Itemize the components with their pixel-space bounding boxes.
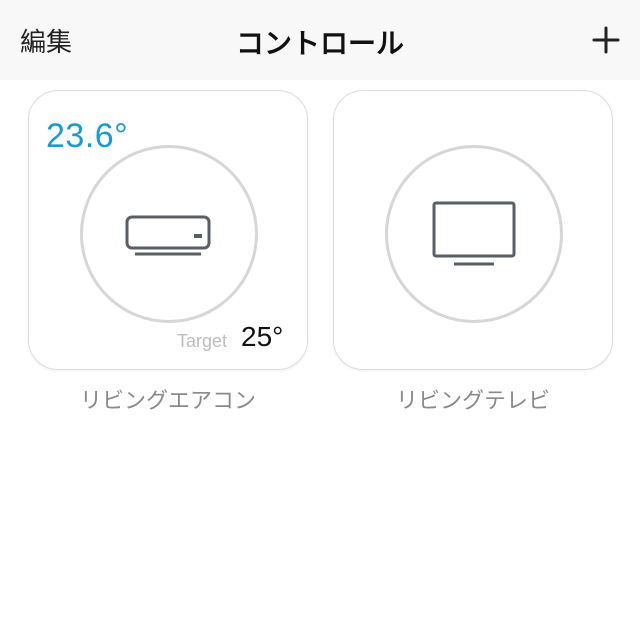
- plus-icon[interactable]: [592, 26, 620, 54]
- device-ring: [385, 145, 563, 323]
- header-bar: 編集 コントロール: [0, 0, 640, 80]
- device-name-television: リビングテレビ: [395, 389, 550, 414]
- target-label: Target: [177, 331, 228, 351]
- device-ring: [80, 145, 258, 323]
- page-title: コントロール: [235, 27, 404, 60]
- device-card-air-conditioner[interactable]: 23.6° Target 25°: [28, 90, 308, 370]
- tv-icon: [432, 201, 516, 266]
- app-root: 編集 コントロール 23.6° Target 25° リビングエアコン リビング: [0, 0, 640, 640]
- target-temperature: 25°: [241, 321, 284, 352]
- device-card-television[interactable]: [333, 90, 613, 370]
- device-name-air-conditioner: リビングエアコン: [79, 389, 256, 414]
- air-conditioner-icon: [125, 215, 211, 256]
